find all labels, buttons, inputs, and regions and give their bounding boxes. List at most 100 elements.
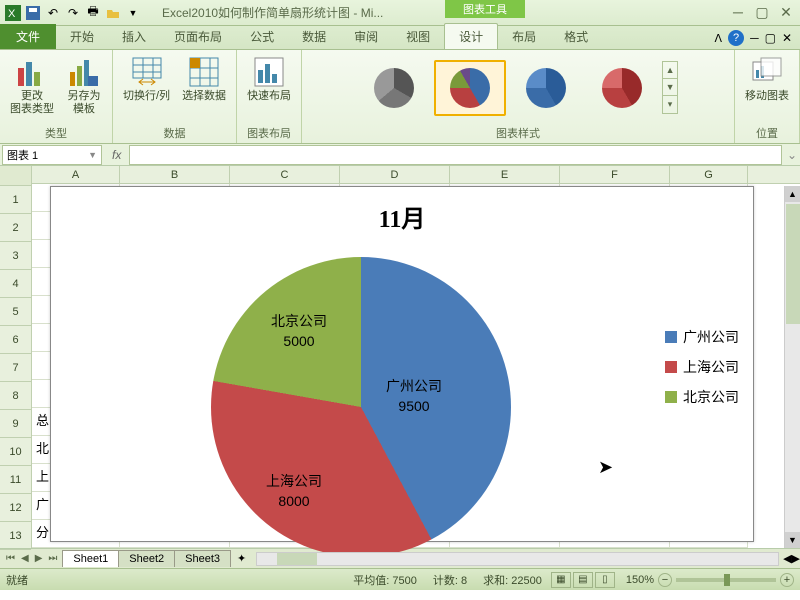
ribbon-tabs: 文件 开始 插入 页面布局 公式 数据 审阅 视图 设计 布局 格式 ᐱ ? ─…: [0, 26, 800, 50]
tab-home[interactable]: 开始: [56, 24, 108, 49]
sheet-first-icon[interactable]: ⏮: [4, 553, 17, 564]
chart-style-3[interactable]: [510, 60, 582, 116]
name-box[interactable]: 图表 1 ▼: [2, 145, 102, 165]
row-header[interactable]: 6: [0, 326, 31, 354]
tab-review[interactable]: 审阅: [340, 24, 392, 49]
row-header[interactable]: 10: [0, 438, 31, 466]
legend-swatch-icon: [665, 361, 677, 373]
style-up-icon[interactable]: ▲: [663, 62, 677, 79]
group-type: 更改图表类型 另存为模板 类型: [0, 50, 113, 143]
tab-file[interactable]: 文件: [0, 24, 56, 49]
help-icon[interactable]: ?: [728, 30, 744, 46]
quick-layout-button[interactable]: 快速布局: [243, 54, 295, 105]
style-down-icon[interactable]: ▼: [663, 79, 677, 96]
pie-slices[interactable]: [211, 257, 511, 557]
chart-object[interactable]: 11月 广州公司9500 上海公司8000 北京公司5000 ➤ 广州公司: [50, 186, 754, 542]
view-break-icon[interactable]: ▯: [595, 572, 615, 588]
chart-title[interactable]: 11月: [51, 187, 753, 240]
doc-close-icon[interactable]: ✕: [782, 31, 792, 45]
restore-icon[interactable]: ▢: [754, 4, 770, 20]
row-header[interactable]: 12: [0, 494, 31, 522]
sheet-tab-1[interactable]: Sheet1: [62, 550, 119, 567]
chart-style-2[interactable]: [434, 60, 506, 116]
zoom-out-icon[interactable]: −: [658, 573, 672, 587]
col-header[interactable]: B: [120, 166, 230, 183]
group-chart-styles: ▲ ▼ ▾ 图表样式: [302, 50, 735, 143]
row-header[interactable]: 7: [0, 354, 31, 382]
view-normal-icon[interactable]: ▦: [551, 572, 571, 588]
zoom-in-icon[interactable]: +: [780, 573, 794, 587]
qat-dropdown-icon[interactable]: ▼: [124, 4, 142, 22]
row-header[interactable]: 4: [0, 270, 31, 298]
open-icon[interactable]: [104, 4, 122, 22]
tab-design[interactable]: 设计: [444, 23, 498, 49]
horizontal-scrollbar[interactable]: [256, 552, 779, 566]
fx-icon[interactable]: fx: [104, 148, 129, 162]
chart-style-4[interactable]: [586, 60, 658, 116]
undo-icon[interactable]: ↶: [44, 4, 62, 22]
minimize-icon[interactable]: ─: [730, 4, 746, 20]
doc-min-icon[interactable]: ─: [750, 31, 759, 45]
formula-input[interactable]: [129, 145, 782, 165]
view-layout-icon[interactable]: ▤: [573, 572, 593, 588]
move-chart-button[interactable]: 移动图表: [741, 54, 793, 105]
row-header[interactable]: 13: [0, 522, 31, 550]
excel-icon[interactable]: X: [4, 4, 22, 22]
sheet-tab-2[interactable]: Sheet2: [118, 550, 175, 567]
chart-style-1[interactable]: [358, 60, 430, 116]
col-header[interactable]: E: [450, 166, 560, 183]
switch-row-col-button[interactable]: 切换行/列: [119, 54, 174, 105]
scroll-up-icon[interactable]: ▲: [785, 186, 800, 202]
sheet-tab-3[interactable]: Sheet3: [174, 550, 231, 567]
col-header[interactable]: D: [340, 166, 450, 183]
select-all-corner[interactable]: [0, 166, 31, 186]
col-header[interactable]: A: [32, 166, 120, 183]
redo-icon[interactable]: ↷: [64, 4, 82, 22]
chart-legend[interactable]: 广州公司 上海公司 北京公司: [665, 317, 739, 417]
select-data-button[interactable]: 选择数据: [178, 54, 230, 105]
row-header[interactable]: 11: [0, 466, 31, 494]
tab-data[interactable]: 数据: [288, 24, 340, 49]
tab-view[interactable]: 视图: [392, 24, 444, 49]
row-header[interactable]: 3: [0, 242, 31, 270]
tab-page-layout[interactable]: 页面布局: [160, 24, 236, 49]
row-header[interactable]: 9: [0, 410, 31, 438]
col-header[interactable]: C: [230, 166, 340, 183]
doc-max-icon[interactable]: ▢: [765, 31, 776, 45]
namebox-dropdown-icon[interactable]: ▼: [88, 150, 97, 160]
scroll-down-icon[interactable]: ▼: [785, 532, 800, 548]
row-header[interactable]: 2: [0, 214, 31, 242]
sheet-prev-icon[interactable]: ◀: [19, 553, 31, 564]
change-chart-type-button[interactable]: 更改图表类型: [6, 54, 58, 118]
tab-formula[interactable]: 公式: [236, 24, 288, 49]
save-icon[interactable]: [24, 4, 42, 22]
scroll-thumb[interactable]: [786, 204, 800, 324]
print-icon[interactable]: 🖶: [84, 4, 102, 22]
close-icon[interactable]: ✕: [778, 4, 794, 20]
expand-fbar-icon[interactable]: ⌄: [784, 148, 800, 162]
hscroll-thumb[interactable]: [277, 553, 317, 565]
sheet-next-icon[interactable]: ▶: [33, 553, 45, 564]
sheet-last-icon[interactable]: ⏭: [46, 553, 59, 564]
tab-layout2[interactable]: 布局: [498, 24, 550, 49]
ribbon-minimize-icon[interactable]: ᐱ: [715, 32, 723, 45]
status-bar: 就绪 平均值: 7500 计数: 8 求和: 22500 ▦ ▤ ▯ 150% …: [0, 568, 800, 590]
vertical-scrollbar[interactable]: ▲ ▼: [784, 186, 800, 548]
hscroll-left-icon[interactable]: ◀: [783, 552, 791, 565]
col-header[interactable]: F: [560, 166, 670, 183]
save-template-button[interactable]: 另存为模板: [62, 54, 106, 118]
status-ready: 就绪: [6, 572, 28, 588]
zoom-level[interactable]: 150%: [626, 574, 654, 586]
zoom-thumb[interactable]: [724, 574, 730, 586]
row-header[interactable]: 1: [0, 186, 31, 214]
zoom-slider[interactable]: [676, 578, 776, 582]
hscroll-right-icon[interactable]: ▶: [792, 552, 800, 565]
col-header[interactable]: G: [670, 166, 748, 183]
style-more-icon[interactable]: ▾: [663, 96, 677, 113]
tab-format[interactable]: 格式: [550, 24, 602, 49]
pie-plot[interactable]: 广州公司9500 上海公司8000 北京公司5000 ➤: [211, 257, 511, 557]
tab-insert[interactable]: 插入: [108, 24, 160, 49]
row-header[interactable]: 5: [0, 298, 31, 326]
cell-grid[interactable]: 总北上广分 11月 广州公司9500 上海公司8000 北京公司5000 ➤: [32, 184, 800, 548]
row-header[interactable]: 8: [0, 382, 31, 410]
